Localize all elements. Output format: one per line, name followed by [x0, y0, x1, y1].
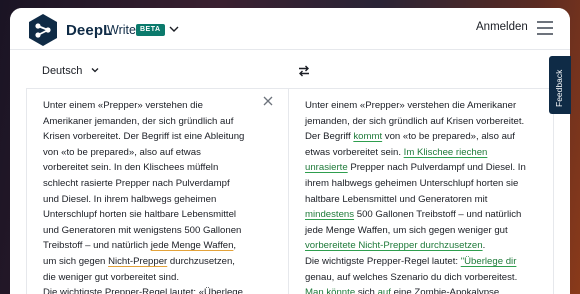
- output-text-panel: Unter einem «Prepper» verstehen die Amer…: [288, 88, 554, 294]
- output_panel-line: jemanden, der sich gründlich auf Krisen …: [305, 114, 526, 130]
- text-segment: Unter einem «Prepper» verstehen die: [43, 100, 203, 111]
- top-header: DeepL Write BETA Anmelden: [10, 8, 570, 50]
- text-segment: jede Menge Waffen, um sich gegen weniger…: [305, 224, 508, 236]
- text-segment: etwas vorbereitet sein.: [305, 146, 404, 158]
- input_panel-line: um sich gegen Nicht-Prepper durchzusetze…: [43, 254, 244, 270]
- output_panel-line: Unter einem «Prepper» verstehen die Amer…: [305, 98, 526, 114]
- output_panel-line: ihrem halbwegs geheimen Unterschlupf hor…: [305, 176, 526, 192]
- input-textarea[interactable]: Unter einem «Prepper» verstehen die Ameri…: [43, 98, 244, 294]
- app-window: DeepL Write BETA Anmelden Deutsch Unter …: [10, 8, 570, 294]
- suggestion-highlight[interactable]: Im Klischee riechen: [404, 147, 488, 158]
- suggestion-highlight[interactable]: Man: [305, 287, 324, 294]
- text-segment: um sich gegen: [43, 255, 109, 267]
- suggestion-highlight[interactable]: vorbereitete Nicht-Prepper durchzusetzen: [305, 240, 483, 251]
- text-segment: die weniger gut vorbereitet sind.: [43, 271, 179, 283]
- input_panel-line: vorbereitet sein. In den Klischees müffe…: [43, 160, 244, 176]
- deepl-logo-icon[interactable]: [27, 13, 59, 47]
- input_panel-line: die weniger gut vorbereitet sind.: [43, 270, 244, 286]
- beta-badge: BETA: [136, 24, 165, 36]
- text-segment: jemanden, der sich gründlich auf Krisen …: [305, 115, 525, 127]
- text-segment: Amerikaner jemanden, der sich gründlich …: [43, 115, 234, 127]
- chevron-down-icon[interactable]: [90, 65, 100, 75]
- output_panel-line: mindestens 500 Gallonen Treibstoff – und…: [305, 207, 526, 223]
- login-link[interactable]: Anmelden: [476, 21, 528, 33]
- swap-arrows-icon[interactable]: [298, 64, 310, 78]
- text-segment: schlecht rasierte Prepper nach Pulverdam…: [43, 177, 230, 189]
- text-segment: von «to be prepared», also auf etwas: [43, 146, 201, 158]
- text-segment: 500 Gallonen Treibstoff – und natürlich: [354, 209, 522, 221]
- text-segment: von «to be prepared», also auf: [382, 131, 515, 143]
- text-segment: eine Zombie-Apokalypse: [390, 287, 500, 294]
- text-segment: durchzusetzen,: [167, 255, 235, 267]
- text-segment: haltbare Lebensmittel und Generatoren mi…: [305, 193, 488, 205]
- suggestion-highlight[interactable]: auf: [378, 287, 391, 294]
- text-segment: Krisen vorbereitet. Der Begriff ist eine…: [43, 131, 245, 143]
- improved-text-output[interactable]: Unter einem «Prepper» verstehen die Amer…: [305, 98, 526, 294]
- language-selector[interactable]: Deutsch: [42, 65, 82, 77]
- input_panel-line: Unter einem «Prepper» verstehen die: [43, 98, 244, 114]
- suggestion-highlight[interactable]: kommt: [353, 131, 382, 142]
- output_panel-line: genau, auf welches Szenario du dich vorb…: [305, 270, 526, 286]
- output_panel-line: haltbare Lebensmittel und Generatoren mi…: [305, 192, 526, 208]
- product-name: Write: [107, 23, 136, 37]
- output_panel-line: jede Menge Waffen, um sich gegen weniger…: [305, 223, 526, 239]
- product-switcher-chevron-down-icon[interactable]: [168, 23, 180, 35]
- output_panel-line: etwas vorbereitet sein. Im Klischee riec…: [305, 145, 526, 161]
- text-segment: Unter einem «Prepper» verstehen die Amer…: [305, 100, 517, 111]
- input_panel-line: Treibstoff – und natürlich jede Menge Wa…: [43, 238, 244, 254]
- input_panel-line: schlecht rasierte Prepper nach Pulverdam…: [43, 176, 244, 192]
- text-segment: Der Begriff: [305, 131, 354, 143]
- language-bar: Deutsch: [26, 50, 554, 88]
- suggestion-highlight[interactable]: unrasierte: [305, 162, 348, 173]
- suggestion-highlight[interactable]: könnte: [326, 287, 355, 294]
- input_panel-line: und Generatoren mit wenigstens 500 Gallo…: [43, 223, 244, 239]
- text-segment: Die wichtigste Prepper-Regel lautet: «Üb…: [43, 287, 243, 294]
- output_panel-line: Man könnte sich auf eine Zombie-Apokalyp…: [305, 285, 526, 294]
- output_panel-line: Der Begriff kommt von «to be prepared», …: [305, 129, 526, 145]
- text-segment: genau, auf welches Szenario du dich vorb…: [305, 271, 518, 283]
- text-segment: Prepper nach Pulverdampf und Diesel. In: [347, 162, 526, 174]
- text-segment: .: [482, 240, 486, 252]
- text-segment: und Generatoren mit wenigstens 500 Gallo…: [43, 224, 242, 236]
- text-segment: Treibstoff – und natürlich: [43, 240, 151, 252]
- input_panel-line: von «to be prepared», also auf etwas: [43, 145, 244, 161]
- text-segment: ,: [233, 240, 237, 252]
- underlined-phrase[interactable]: jede Menge Waffen: [151, 240, 234, 251]
- text-segment: ihrem halbwegs geheimen Unterschlupf hor…: [305, 177, 519, 189]
- output_panel-line: Die wichtigste Prepper-Regel lautet: "Üb…: [305, 254, 526, 270]
- input_panel-line: Krisen vorbereitet. Der Begriff ist eine…: [43, 129, 244, 145]
- suggestion-highlight[interactable]: "Überlege dir: [461, 256, 517, 267]
- hamburger-menu-icon[interactable]: [537, 21, 553, 35]
- text-segment: vorbereitet sein. In den Klischees müffe…: [43, 162, 219, 174]
- suggestion-highlight[interactable]: mindestens: [305, 209, 354, 220]
- input_panel-line: Die wichtigste Prepper-Regel lautet: «Üb…: [43, 285, 244, 294]
- feedback-tab[interactable]: Feedback: [549, 56, 571, 114]
- underlined-phrase[interactable]: Nicht-Prepper: [108, 256, 167, 267]
- text-segment: und Diesel. In ihrem halbwegs geheimen: [43, 193, 217, 205]
- brand-name: DeepL: [66, 22, 113, 39]
- text-segment: Unterschlupf horten sie haltbare Lebensm…: [43, 209, 237, 221]
- text-segment: sich: [355, 287, 378, 294]
- input_panel-line: Unterschlupf horten sie haltbare Lebensm…: [43, 207, 244, 223]
- clear-text-close-icon[interactable]: [263, 96, 273, 106]
- output_panel-line: unrasierte Prepper nach Pulverdampf und …: [305, 160, 526, 176]
- output_panel-line: vorbereitete Nicht-Prepper durchzusetzen…: [305, 238, 526, 254]
- text-segment: Die wichtigste Prepper-Regel lautet:: [305, 255, 461, 267]
- input-text-panel[interactable]: Unter einem «Prepper» verstehen die Ameri…: [26, 88, 288, 294]
- input_panel-line: Amerikaner jemanden, der sich gründlich …: [43, 114, 244, 130]
- input_panel-line: und Diesel. In ihrem halbwegs geheimen: [43, 192, 244, 208]
- feedback-label: Feedback: [554, 69, 564, 107]
